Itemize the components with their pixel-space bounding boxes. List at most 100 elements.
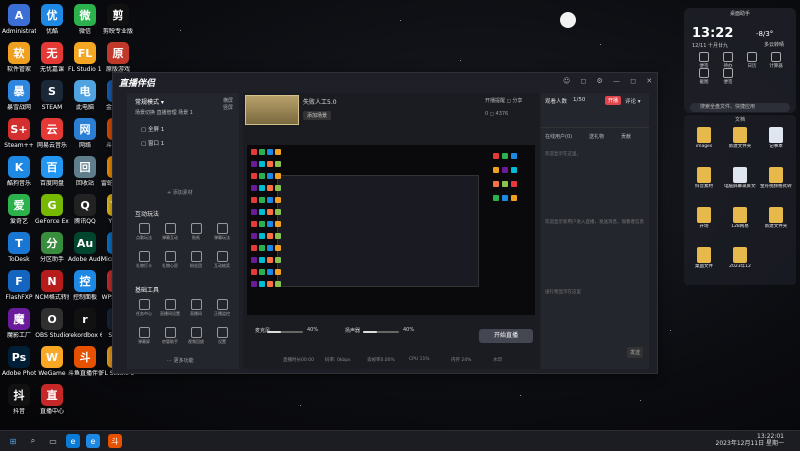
file-item[interactable]: images bbox=[688, 127, 720, 149]
widget-shortcut[interactable]: 便签 bbox=[692, 52, 716, 69]
preview-icon bbox=[259, 233, 265, 239]
comment-tab[interactable]: 评论 ▾ bbox=[625, 97, 641, 105]
desktop-icon[interactable]: O OBS Studio bbox=[35, 308, 69, 339]
desktop-icon[interactable]: r rekordbox 6 bbox=[68, 308, 102, 339]
desktop-icon[interactable]: F FlashFXP bbox=[2, 270, 36, 301]
mic-slider[interactable] bbox=[267, 331, 303, 333]
file-item[interactable]: 抖音素材 bbox=[688, 167, 720, 189]
app-icon: N bbox=[41, 270, 63, 292]
desktop-icon[interactable]: S+ Steam++ bbox=[2, 118, 36, 149]
start-icon[interactable]: ⊞ bbox=[6, 434, 20, 448]
contribution-tab[interactable]: 贡献 bbox=[621, 133, 631, 140]
edge-alt-icon[interactable]: e bbox=[86, 434, 100, 448]
tool-button[interactable]: 直播间 bbox=[185, 299, 207, 317]
viewer-tab[interactable]: 观看人数 bbox=[545, 97, 567, 105]
file-item[interactable]: 新建文件夹 bbox=[724, 127, 756, 149]
widget-shortcut[interactable]: 日历 bbox=[740, 52, 764, 69]
desktop-icon[interactable]: A Administrator bbox=[2, 4, 36, 35]
desktop-icon[interactable]: 软软件管家 bbox=[2, 42, 36, 73]
tool-button[interactable]: 点歌玩法 bbox=[133, 223, 155, 241]
send-button[interactable]: 发送 bbox=[627, 347, 644, 358]
desktop-icon[interactable]: 网网络 bbox=[68, 118, 102, 149]
tool-button[interactable]: 直播间设置 bbox=[159, 299, 181, 317]
more-features-button[interactable]: ⋯ 更多功能 bbox=[167, 357, 194, 364]
scene-row[interactable]: 场景切换 直播管理 场景 1 bbox=[135, 109, 193, 116]
desktop-icon[interactable]: 爱爱奇艺 bbox=[2, 194, 36, 225]
desktop-icon[interactable]: 微微信 bbox=[68, 4, 102, 35]
desktop-icon[interactable]: 斗斗鱼直播伴侣 bbox=[68, 346, 102, 377]
tool-button[interactable]: 任务中心 bbox=[133, 299, 155, 317]
scene-item-fullscreen[interactable]: ▢ 全屏 1 bbox=[141, 125, 164, 133]
tool-button[interactable]: 礼物打卡 bbox=[133, 251, 155, 269]
desktop-icon[interactable]: 云网易云音乐 bbox=[35, 118, 69, 149]
desktop-icon[interactable]: K 酷狗音乐 bbox=[2, 156, 36, 187]
speaker-slider[interactable] bbox=[363, 331, 399, 333]
add-source-button[interactable]: + 添加素材 bbox=[167, 189, 193, 196]
orientation-tabs[interactable]: 横屏 竖屏 bbox=[223, 97, 239, 111]
tool-button[interactable]: 粉丝团 bbox=[185, 251, 207, 269]
file-item[interactable]: 开场 bbox=[688, 207, 720, 229]
desktop-icon[interactable]: 无无忧嘉课 bbox=[35, 42, 69, 73]
desktop-icon[interactable]: 暴暴雪战网 bbox=[2, 80, 36, 111]
live-reminder[interactable]: 开播提醒 ◻ 分享 bbox=[485, 97, 522, 104]
tool-button[interactable]: 设置 bbox=[211, 327, 233, 345]
widget-shortcut[interactable]: 便签 bbox=[716, 68, 740, 85]
file-item[interactable]: 128网易 bbox=[724, 207, 756, 229]
search-icon[interactable]: ⌕ bbox=[26, 434, 40, 448]
live-companion-taskbar-icon[interactable]: 斗 bbox=[108, 434, 122, 448]
window-controls[interactable]: ☺ ◻ ⚙ — ◻ ✕ bbox=[563, 77, 656, 85]
desktop-icon[interactable]: 魔魔影工厂 bbox=[2, 308, 36, 339]
scene-item-window[interactable]: ▢ 窗口 1 bbox=[141, 139, 164, 147]
desktop-icon[interactable]: 控控制面板 bbox=[68, 270, 102, 301]
mode-select[interactable]: 常规模式 ▾ bbox=[135, 97, 164, 106]
tool-button[interactable]: 弹幕玩法 bbox=[211, 223, 233, 241]
desktop-icon[interactable]: 剪剪映专业版 bbox=[101, 4, 135, 35]
file-item[interactable]: 记事本 bbox=[760, 127, 792, 149]
tool-button[interactable]: 互动抽奖 bbox=[211, 251, 233, 269]
desktop-icon[interactable]: T ToDesk bbox=[2, 232, 36, 263]
desktop-icon[interactable]: N NCM格式转换 bbox=[35, 270, 69, 301]
start-live-button[interactable]: 开始直播 bbox=[479, 329, 533, 343]
edge-icon[interactable]: e bbox=[66, 434, 80, 448]
desktop-icon[interactable]: 分分区助手 bbox=[35, 232, 69, 263]
scene-thumbnail[interactable] bbox=[245, 95, 299, 125]
cat-widget-icon[interactable] bbox=[560, 12, 576, 28]
desktop-icon[interactable]: 电此电脑 bbox=[68, 80, 102, 111]
tool-button[interactable]: 弹幕屏 bbox=[133, 327, 155, 345]
desktop-icon[interactable]: G GeForce Experience bbox=[35, 194, 69, 225]
tool-button[interactable]: 正播监控 bbox=[211, 299, 233, 317]
desktop-icon[interactable]: S STEAM bbox=[35, 80, 69, 111]
desktop-icon[interactable]: 直直播中心 bbox=[35, 384, 69, 415]
gifts-tab[interactable]: 送礼物 bbox=[589, 133, 604, 140]
status-item: 直播时长00:00 bbox=[283, 358, 314, 363]
widget-shortcut[interactable]: 待办 bbox=[716, 52, 740, 69]
widget-search-input[interactable]: 搜索全盘文件、快捷应用 bbox=[690, 103, 790, 112]
file-item[interactable]: 2023年12 bbox=[724, 247, 756, 269]
tool-button[interactable]: 房管助手 bbox=[159, 327, 181, 345]
desktop-icon-label: 直播中心 bbox=[39, 408, 64, 415]
file-item[interactable]: 电脑屏幕录屏文件 bbox=[724, 167, 756, 189]
desktop-icon[interactable]: 回回收站 bbox=[68, 156, 102, 187]
add-scene-button[interactable]: 添加场景 bbox=[303, 111, 332, 120]
file-item[interactable]: 金舟视频格式转换器 bbox=[760, 167, 792, 189]
desktop-icon[interactable]: 抖抖音 bbox=[2, 384, 36, 415]
widget-shortcut[interactable]: 计算器 bbox=[764, 52, 788, 69]
desktop-icon[interactable]: FL FL Studio 12 (64bit) bbox=[68, 42, 102, 73]
task-view-icon[interactable]: ▭ bbox=[46, 434, 60, 448]
desktop-icon[interactable]: 原原版游戏 bbox=[101, 42, 135, 73]
desktop-icon[interactable]: W WeGame bbox=[35, 346, 69, 377]
folder-icon bbox=[733, 127, 747, 143]
desktop-icon[interactable]: 百百度网盘 bbox=[35, 156, 69, 187]
tool-button[interactable]: 礼物心愿 bbox=[159, 251, 181, 269]
tool-button[interactable]: 弹幕互动 bbox=[159, 223, 181, 241]
desktop-icon[interactable]: 优优酷 bbox=[35, 4, 69, 35]
desktop-icon[interactable]: Au Adobe Audition bbox=[68, 232, 102, 263]
widget-shortcut[interactable]: 截图 bbox=[692, 68, 716, 85]
tool-button[interactable]: 视频回放 bbox=[185, 327, 207, 345]
online-users-tab[interactable]: 在线用户(0) bbox=[545, 133, 572, 140]
tool-button[interactable]: 贴纸 bbox=[185, 223, 207, 241]
desktop-icon[interactable]: Ps Adobe Photoshop bbox=[2, 346, 36, 377]
desktop-icon[interactable]: Q 腾讯QQ bbox=[68, 194, 102, 225]
file-item[interactable]: 新建文件夹 bbox=[760, 207, 792, 229]
file-item[interactable]: 桌面文件 bbox=[688, 247, 720, 269]
